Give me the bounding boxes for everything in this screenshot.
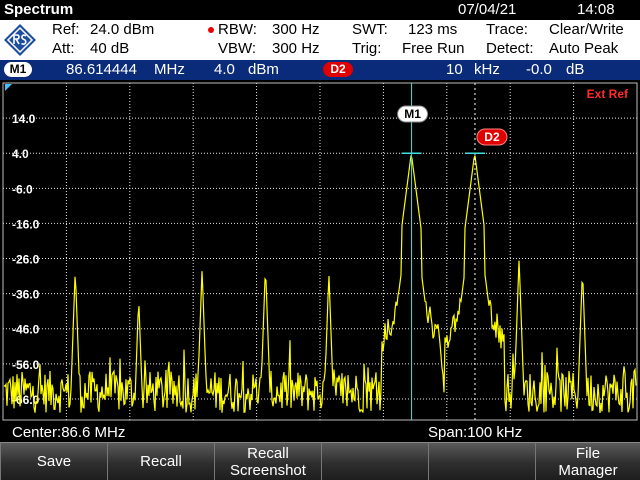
marker-d2-tag-label: D2	[484, 130, 500, 144]
m1-level-unit: dBm	[248, 61, 279, 78]
settings-panel: Ref: 24.0 dBm Att: 40 dB RBW: 300 Hz VBW…	[0, 20, 640, 60]
ref-level-arrow-icon	[5, 84, 12, 91]
spectrum-plot[interactable]: 14.04.0-6.0-16.0-26.0-36.0-46.0-56.0-66.…	[0, 80, 640, 422]
rohde-schwarz-logo-icon	[4, 24, 36, 56]
spectrum-display[interactable]: 14.0 4.0 -6.0 -16.0 -26.0 -36.0 -46.0 -56.0 -66.…	[0, 80, 640, 422]
att-label: Att:	[52, 40, 75, 57]
softkey-label: Manager	[558, 461, 618, 479]
att-value[interactable]: 40 dB	[90, 40, 129, 57]
m1-level: 4.0	[214, 61, 235, 78]
softkey-label: Recall	[140, 453, 182, 470]
marker-readout-bar: M1 86.614444 MHz 4.0 dBm D2 10 kHz -0.0 …	[0, 60, 640, 80]
d2-level: -0.0	[526, 61, 552, 78]
rbw-label: RBW:	[218, 21, 257, 38]
m1-frequency-unit: MHz	[154, 61, 185, 78]
rbw-coupling-indicator	[208, 27, 214, 33]
y-tick-label: -36.0	[12, 288, 40, 302]
y-tick-label: -6.0	[12, 182, 33, 196]
y-tick-label: -26.0	[12, 253, 40, 267]
marker-m1-badge[interactable]: M1	[4, 62, 32, 77]
ref-value[interactable]: 24.0 dBm	[90, 21, 154, 38]
marker-badges: M1 D2	[397, 105, 508, 146]
marker-lines	[401, 83, 485, 420]
swt-label: SWT:	[352, 21, 388, 38]
y-tick-label: -56.0	[12, 358, 40, 372]
ref-label: Ref:	[52, 21, 80, 38]
frequency-span[interactable]: Span:100 kHz	[428, 424, 522, 441]
d2-frequency: 10	[446, 61, 463, 78]
swt-value[interactable]: 123 ms	[408, 21, 457, 38]
vbw-value[interactable]: 300 Hz	[272, 40, 320, 57]
trace-value[interactable]: Clear/Write	[549, 21, 624, 38]
y-tick-label: -46.0	[12, 323, 40, 337]
title-bar: Spectrum 07/04/21 14:08	[0, 0, 640, 20]
time-display: 14:08	[577, 1, 615, 18]
save-button[interactable]: Save	[0, 442, 107, 480]
date-display: 07/04/21	[458, 1, 517, 18]
trig-value[interactable]: Free Run	[402, 40, 465, 57]
y-axis-labels: 14.04.0-6.0-16.0-26.0-36.0-46.0-56.0-66.…	[12, 112, 40, 407]
softkey-label: File	[575, 444, 601, 462]
rbw-value[interactable]: 300 Hz	[272, 21, 320, 38]
y-tick-label: -16.0	[12, 217, 40, 231]
marker-d2-badge[interactable]: D2	[323, 62, 353, 77]
y-tick-label: 4.0	[12, 147, 29, 161]
d2-level-unit: dB	[566, 61, 585, 78]
app-title: Spectrum	[4, 1, 74, 18]
trig-label: Trig:	[352, 40, 382, 57]
softkey-label: Save	[36, 453, 72, 470]
ext-ref-indicator: Ext Ref	[587, 87, 629, 101]
softkey-5-button[interactable]	[428, 442, 535, 480]
d2-frequency-unit: kHz	[474, 61, 500, 78]
detect-value[interactable]: Auto Peak	[549, 40, 618, 57]
center-frequency[interactable]: Center:86.6 MHz	[12, 424, 125, 441]
recall-screenshot-button[interactable]: Recall Screenshot	[214, 442, 321, 480]
y-tick-label: 14.0	[12, 112, 36, 126]
softkey-label: Recall	[247, 444, 289, 462]
softkey-label: Screenshot	[230, 461, 306, 479]
frequency-bar: Center:86.6 MHz Span:100 kHz	[0, 422, 640, 442]
vbw-label: VBW:	[218, 40, 257, 57]
softkey-4-button[interactable]	[321, 442, 428, 480]
softkey-bar: Save Recall Recall Screenshot File Manag…	[0, 442, 640, 480]
marker-m1-tag-label: M1	[404, 107, 421, 121]
recall-button[interactable]: Recall	[107, 442, 214, 480]
m1-frequency: 86.614444	[66, 61, 137, 78]
trace-label: Trace:	[486, 21, 528, 38]
file-manager-button[interactable]: File Manager	[535, 442, 640, 480]
detect-label: Detect:	[486, 40, 534, 57]
